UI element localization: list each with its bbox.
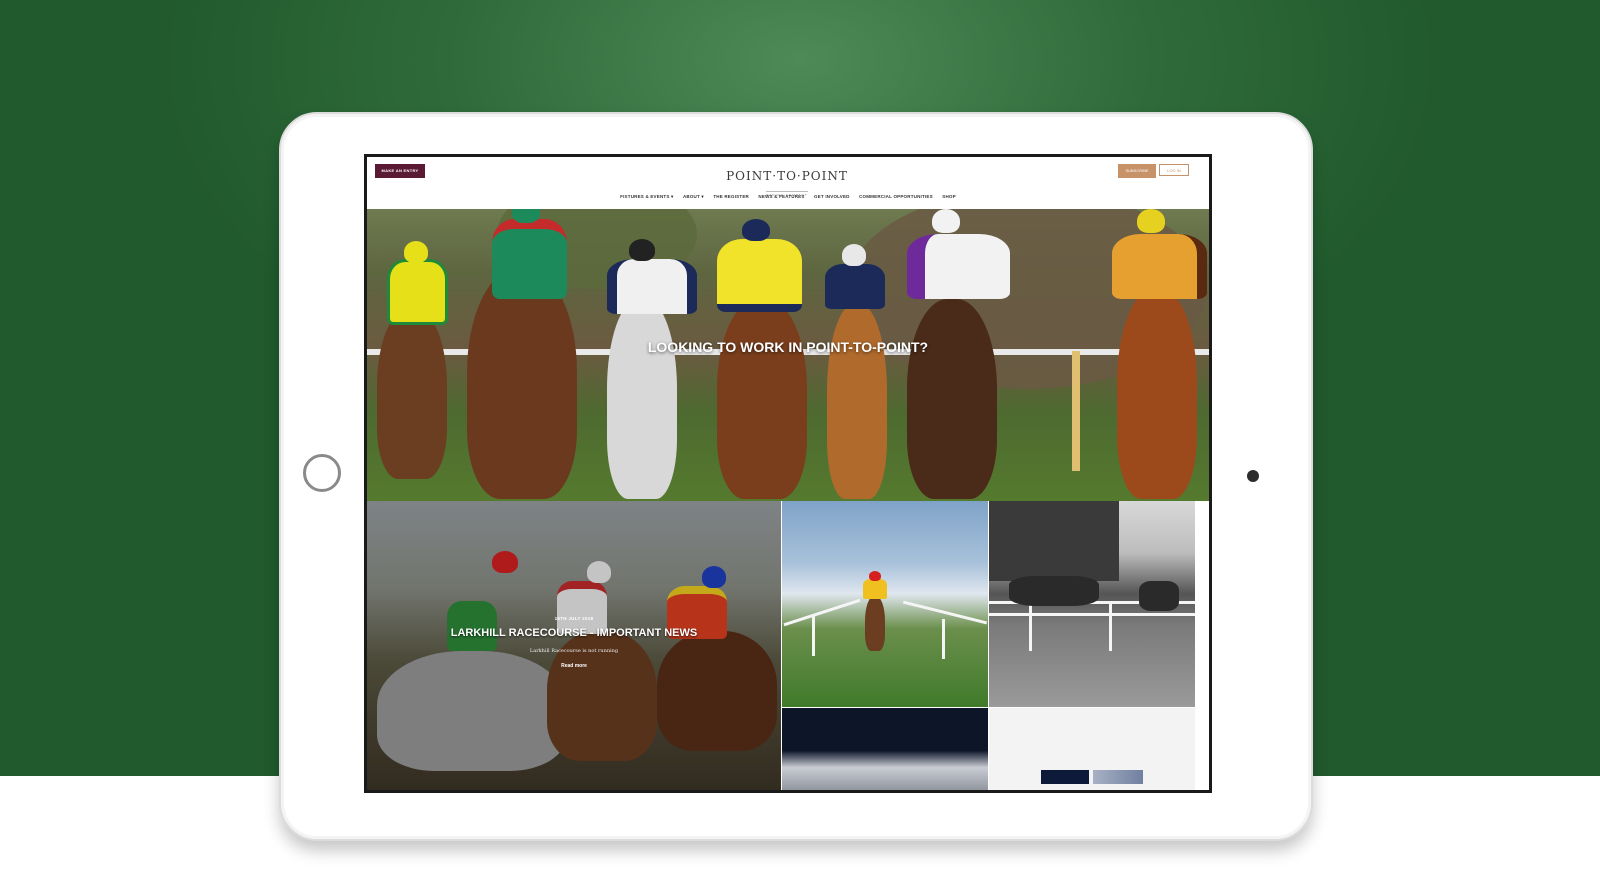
promo-image xyxy=(1093,770,1143,784)
fence-post xyxy=(1029,601,1032,651)
logo-text: POINT·TO·POINT xyxy=(726,169,848,183)
horse-rider xyxy=(897,209,1010,501)
fence-post xyxy=(812,616,815,656)
photo-tile-historic[interactable] xyxy=(989,501,1195,707)
horse-rider xyxy=(707,219,817,501)
nav-item-fixtures[interactable]: FIXTURES & EVENTS ▾ xyxy=(620,194,673,199)
hero-banner[interactable]: LOOKING TO WORK IN POINT-TO-POINT? xyxy=(367,209,1209,501)
fence-post xyxy=(1109,601,1112,651)
rail-post xyxy=(1072,351,1080,471)
tree-shape xyxy=(989,501,1119,581)
horse-rider xyxy=(1009,576,1099,606)
feature-date: 16TH JULY 2018 xyxy=(554,616,594,621)
make-entry-button[interactable]: MAKE AN ENTRY xyxy=(375,164,425,178)
horse-rider xyxy=(1102,209,1207,501)
nav-item-register[interactable]: THE REGISTER xyxy=(713,194,749,199)
tablet-device: MAKE AN ENTRY POINT·TO·POINT RACING COMP… xyxy=(279,112,1313,841)
promo-button[interactable] xyxy=(1041,770,1089,784)
horse-rider xyxy=(817,244,897,501)
fence-rail xyxy=(989,613,1195,616)
main-nav: FIXTURES & EVENTS ▾ ABOUT ▾ THE REGISTER… xyxy=(367,194,1209,200)
photo-tile-racecourse[interactable] xyxy=(782,501,988,707)
horse-rider xyxy=(860,571,890,651)
site-header: MAKE AN ENTRY POINT·TO·POINT RACING COMP… xyxy=(367,157,1209,209)
login-button[interactable]: LOG IN xyxy=(1159,164,1189,176)
feature-title[interactable]: LARKHILL RACECOURSE - IMPORTANT NEWS xyxy=(367,627,781,639)
home-button[interactable] xyxy=(303,454,341,492)
fence-rail xyxy=(783,598,861,627)
nav-item-get-involved[interactable]: GET INVOLVED xyxy=(814,194,850,199)
tile-overlay xyxy=(367,501,781,790)
horse-rider xyxy=(597,239,697,501)
camera-icon xyxy=(1247,470,1259,482)
fence-rail xyxy=(902,600,988,625)
read-more-link[interactable]: Read more xyxy=(367,663,781,669)
nav-item-commercial[interactable]: COMMERCIAL OPPORTUNITIES xyxy=(859,194,933,199)
fence-post xyxy=(942,619,945,659)
feature-tile[interactable]: 16TH JULY 2018 LARKHILL RACECOURSE - IMP… xyxy=(367,501,781,790)
horse-rider xyxy=(372,229,462,499)
horse-rider xyxy=(1139,581,1179,611)
hero-title[interactable]: LOOKING TO WORK IN POINT-TO-POINT? xyxy=(367,339,1209,355)
feature-excerpt: Larkhill Racecourse is not running xyxy=(529,648,619,654)
nav-item-about[interactable]: ABOUT ▾ xyxy=(683,194,704,199)
subscribe-button[interactable]: SUBSCRIBE xyxy=(1118,164,1156,178)
nav-item-shop[interactable]: SHOP xyxy=(942,194,956,199)
tablet-screen: MAKE AN ENTRY POINT·TO·POINT RACING COMP… xyxy=(364,154,1212,793)
photo-tile-event[interactable] xyxy=(782,708,988,790)
nav-item-news[interactable]: NEWS & FEATURES xyxy=(758,194,804,199)
photo-tile-promo[interactable] xyxy=(989,708,1195,790)
